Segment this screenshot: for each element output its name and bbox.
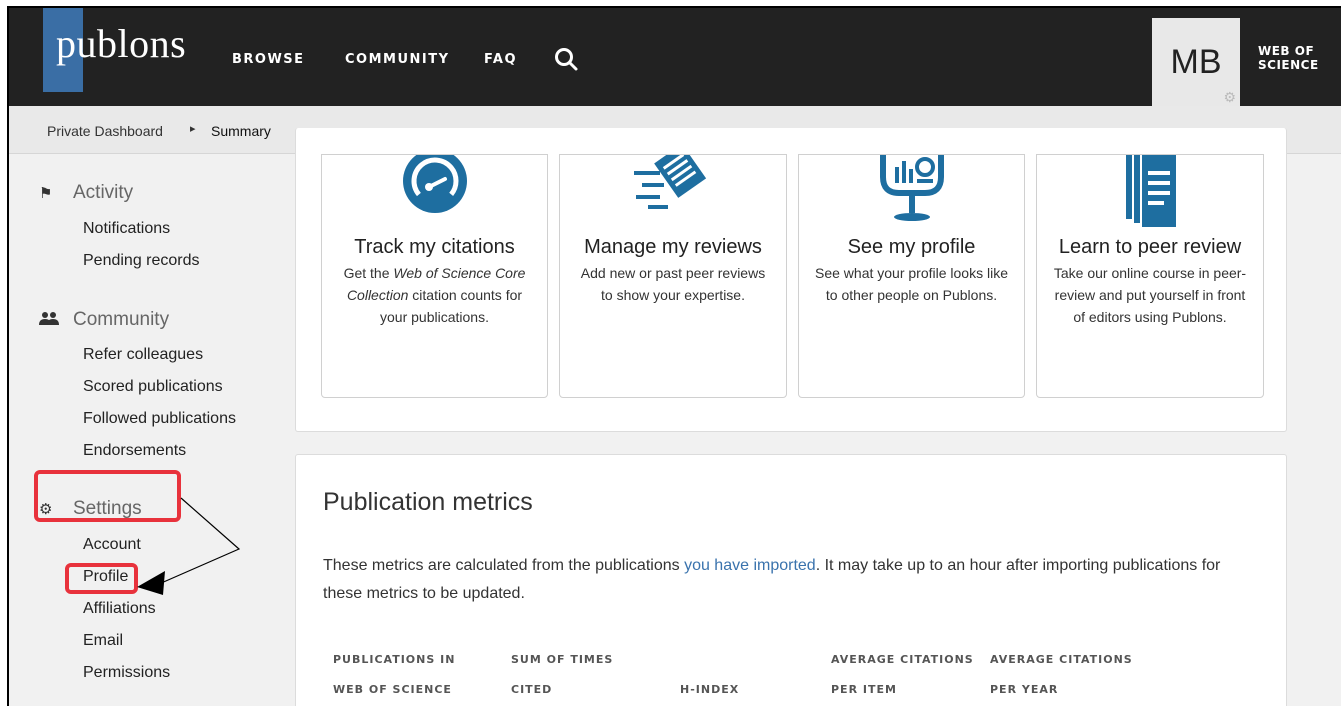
publication-metrics-title: Publication metrics xyxy=(323,488,533,516)
publication-metrics-description: These metrics are calculated from the pu… xyxy=(323,557,1221,602)
speedometer-icon xyxy=(402,155,467,213)
column-header-avg-citations-item: AVERAGE CITATIONS PER ITEM xyxy=(831,653,974,696)
card-description: Add new or past peer reviews to show you… xyxy=(580,265,766,303)
card-description: See what your profile looks like to othe… xyxy=(815,265,1008,303)
card-title: Manage my reviews xyxy=(584,236,762,258)
column-header-avg-citations-year: AVERAGE CITATIONS PER YEAR xyxy=(990,653,1133,696)
card-manage-reviews[interactable]: Manage my reviews Add new or past peer r… xyxy=(559,154,787,398)
document-stack-icon xyxy=(1126,155,1176,227)
column-header-sum-times-cited: SUM OF TIMES CITED xyxy=(511,653,614,696)
card-title: Track my citations xyxy=(354,236,515,258)
column-header-h-index: H-INDEX xyxy=(680,683,740,696)
screenshot-frame: publons BROWSE COMMUNITY FAQ MB ⚙ WEB OF… xyxy=(7,6,1341,706)
card-track-citations[interactable]: Track my citations Get the Web of Scienc… xyxy=(321,154,548,398)
you-have-imported-link[interactable]: you have imported xyxy=(684,557,816,574)
document-speed-icon xyxy=(634,155,707,209)
card-title: See my profile xyxy=(847,236,976,258)
column-header-publications: PUBLICATIONS IN WEB OF SCIENCE xyxy=(333,653,456,696)
card-description: Get the Web of Science Core Collection c… xyxy=(343,265,526,325)
card-learn-peer-review[interactable]: Learn to peer review Take our online cou… xyxy=(1036,154,1264,398)
monitor-chart-icon xyxy=(879,155,944,221)
card-description: Take our online course in peer-review an… xyxy=(1053,265,1247,325)
card-title: Learn to peer review xyxy=(1058,236,1242,258)
card-see-profile[interactable]: See my profile See what your profile loo… xyxy=(798,154,1025,398)
